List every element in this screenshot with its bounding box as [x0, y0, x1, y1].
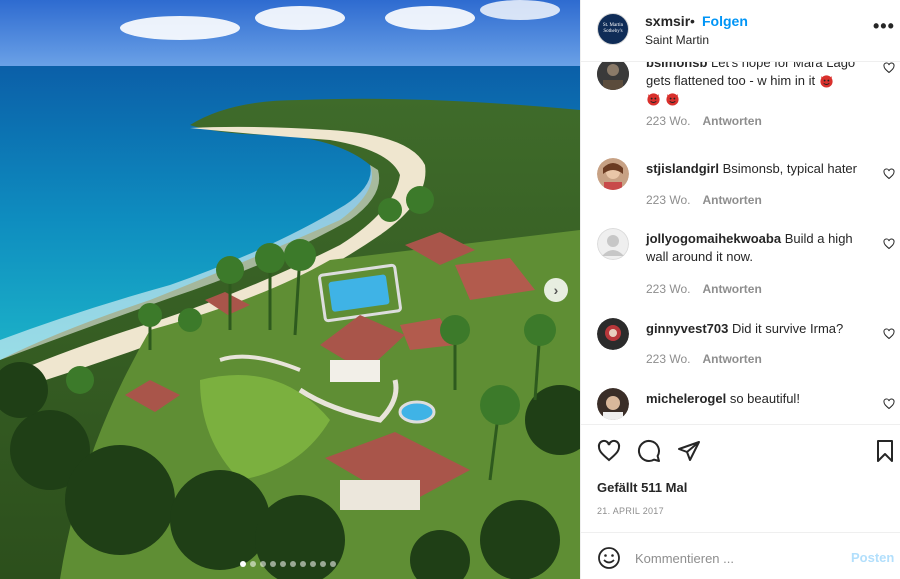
carousel-dots	[240, 561, 336, 567]
comment-body: so beautiful!	[729, 391, 800, 406]
devil-emoji-icon	[666, 93, 679, 106]
chevron-right-icon[interactable]: ›	[544, 278, 568, 302]
avatar-text: St. Martin Sotheby's	[602, 23, 624, 34]
comment-meta: 223 Wo. Antworten	[646, 114, 762, 128]
avatar[interactable]	[597, 62, 629, 90]
comment-meta: 223 Wo. Antworten	[646, 193, 762, 207]
more-options-icon[interactable]: •••	[873, 16, 895, 37]
carousel-dot	[320, 561, 326, 567]
post-header: St. Martin Sotheby's sxmsir • Folgen Sai…	[581, 0, 900, 62]
likes-count[interactable]: Gefällt 511 Mal	[597, 480, 687, 495]
comment-age: 223 Wo.	[646, 282, 691, 296]
comment-bubble-icon[interactable]	[637, 439, 661, 463]
avatar[interactable]	[597, 228, 629, 260]
reply-button[interactable]: Antworten	[702, 352, 761, 366]
comment-username[interactable]: ginnyvest703	[646, 321, 728, 336]
comment-username[interactable]: jollyogomaihekwoaba	[646, 231, 781, 246]
avatar[interactable]	[597, 318, 629, 350]
heart-icon[interactable]	[883, 168, 895, 180]
devil-emoji-icon	[647, 93, 660, 106]
carousel-dot	[240, 561, 246, 567]
comment-username[interactable]: stjislandgirl	[646, 161, 719, 176]
separator-dot: •	[690, 13, 695, 29]
carousel-dot	[260, 561, 266, 567]
avatar[interactable]	[597, 158, 629, 190]
post-actions: Gefällt 511 Mal 21. APRIL 2017	[581, 424, 900, 532]
emoji-smile-icon[interactable]	[597, 546, 621, 570]
comment-input[interactable]	[635, 546, 835, 570]
carousel-dot	[300, 561, 306, 567]
carousel-dot	[280, 561, 286, 567]
post-button[interactable]: Posten	[851, 550, 894, 565]
avatar[interactable]: St. Martin Sotheby's	[597, 13, 629, 45]
comment-text: michelerogel so beautiful!	[646, 390, 866, 408]
heart-icon[interactable]	[883, 238, 895, 250]
post-location[interactable]: Saint Martin	[645, 33, 709, 47]
carousel-dot	[250, 561, 256, 567]
comments-list[interactable]: bsimonsb Let's hope for Mara Lago gets f…	[581, 62, 900, 424]
bookmark-icon[interactable]	[873, 439, 897, 463]
heart-icon[interactable]	[883, 62, 895, 74]
comment-age: 223 Wo.	[646, 352, 691, 366]
comment-age: 223 Wo.	[646, 114, 691, 128]
comment-body: Did it survive Irma?	[732, 321, 844, 336]
comment-meta: 223 Wo. Antworten	[646, 352, 762, 366]
comment-age: 223 Wo.	[646, 193, 691, 207]
heart-icon[interactable]	[883, 398, 895, 410]
avatar[interactable]	[597, 388, 629, 420]
aerial-villa-photo	[0, 0, 580, 579]
comment-text: stjislandgirl Bsimonsb, typical hater	[646, 160, 866, 178]
post-date[interactable]: 21. APRIL 2017	[597, 506, 664, 516]
post-panel: St. Martin Sotheby's sxmsir • Folgen Sai…	[580, 0, 900, 579]
carousel-dot	[290, 561, 296, 567]
comment-composer: Posten	[581, 532, 900, 579]
comment-body: Bsimonsb, typical hater	[722, 161, 857, 176]
comment-meta: 223 Wo. Antworten	[646, 282, 762, 296]
post-author-username[interactable]: sxmsir	[645, 13, 690, 29]
comment-text: bsimonsb Let's hope for Mara Lago gets f…	[646, 62, 866, 108]
comment-text: ginnyvest703 Did it survive Irma?	[646, 320, 866, 338]
devil-emoji-icon	[820, 75, 833, 88]
comment-username[interactable]: bsimonsb	[646, 62, 707, 70]
comment-text: jollyogomaihekwoaba Build a high wall ar…	[646, 230, 866, 266]
comment-username[interactable]: michelerogel	[646, 391, 726, 406]
follow-button[interactable]: Folgen	[702, 13, 748, 29]
carousel-dot	[310, 561, 316, 567]
like-heart-icon[interactable]	[597, 439, 621, 463]
share-paper-plane-icon[interactable]	[677, 439, 701, 463]
carousel-dot	[270, 561, 276, 567]
post-photo[interactable]: ›	[0, 0, 580, 579]
heart-icon[interactable]	[883, 328, 895, 340]
reply-button[interactable]: Antworten	[702, 282, 761, 296]
reply-button[interactable]: Antworten	[702, 114, 761, 128]
reply-button[interactable]: Antworten	[702, 193, 761, 207]
carousel-dot	[330, 561, 336, 567]
